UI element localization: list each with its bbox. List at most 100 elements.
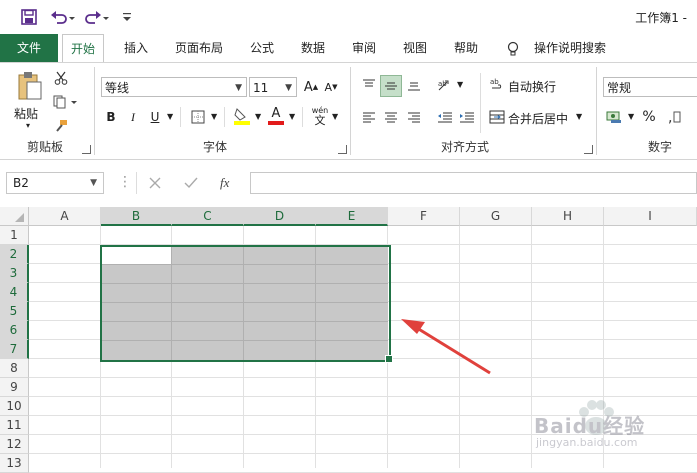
ribbon-tabs: 文件 开始 插入 页面布局 公式 数据 审阅 视图 帮助 操作说明搜索 [0, 34, 697, 62]
more-options-icon[interactable]: ⋮ [118, 174, 132, 190]
column-header-i[interactable]: I [604, 207, 697, 226]
svg-text:ab: ab [490, 78, 499, 86]
column-header-e[interactable]: E [316, 207, 388, 226]
grow-font-button[interactable]: A ▲ [302, 77, 320, 97]
row-header-4[interactable]: 4 [0, 283, 29, 302]
row-header-11[interactable]: 11 [0, 416, 29, 435]
font-color-button[interactable]: A [266, 105, 286, 127]
row-header-9[interactable]: 9 [0, 378, 29, 397]
row-header-8[interactable]: 8 [0, 359, 29, 378]
paste-dropdown-icon[interactable]: ▾ [26, 121, 30, 130]
column-header-c[interactable]: C [172, 207, 244, 226]
font-color-icon: A [271, 106, 281, 121]
phonetic-guide-button[interactable]: wén 文 [309, 105, 331, 127]
increase-indent-icon[interactable] [456, 107, 478, 127]
number-format-dropdown[interactable]: 常规 [603, 77, 697, 97]
font-launcher-icon[interactable] [338, 145, 347, 154]
column-header-g[interactable]: G [460, 207, 532, 226]
tell-me-search[interactable]: 操作说明搜索 [530, 34, 610, 62]
accounting-format-icon[interactable] [604, 107, 626, 127]
enter-icon[interactable] [184, 176, 198, 193]
row-header-12[interactable]: 12 [0, 435, 29, 454]
column-header-f[interactable]: F [388, 207, 460, 226]
font-size-dropdown[interactable]: 11 ▼ [249, 77, 297, 97]
copy-icon[interactable] [52, 93, 80, 111]
row-header-6[interactable]: 6 [0, 321, 29, 340]
tab-help[interactable]: 帮助 [446, 34, 486, 62]
align-right-icon[interactable] [403, 107, 425, 127]
tab-formulas[interactable]: 公式 [242, 34, 282, 62]
select-all-corner[interactable] [0, 207, 29, 226]
fill-handle[interactable] [385, 355, 393, 363]
underline-dropdown-icon[interactable]: ▼ [167, 112, 173, 121]
border-dropdown-icon[interactable]: ▼ [211, 112, 217, 121]
font-name-dropdown[interactable]: 等线 ▼ [101, 77, 247, 97]
shrink-font-button[interactable]: A ▼ [322, 77, 340, 97]
align-bottom-icon[interactable] [403, 75, 425, 95]
window-title: 工作簿1 - [635, 11, 687, 25]
column-header-a[interactable]: A [29, 207, 101, 226]
chevron-down-icon: ▼ [235, 83, 242, 93]
gridline-horizontal [29, 377, 697, 378]
column-header-d[interactable]: D [244, 207, 316, 226]
comma-style-icon[interactable]: , [664, 107, 684, 127]
selection-border [100, 245, 391, 362]
column-header-h[interactable]: H [532, 207, 604, 226]
row-header-2[interactable]: 2 [0, 245, 29, 264]
percent-button[interactable]: % [640, 107, 658, 127]
border-icon[interactable] [187, 107, 209, 127]
underline-button[interactable]: U [146, 107, 164, 127]
group-divider [94, 67, 95, 155]
cancel-icon[interactable] [148, 176, 162, 193]
cut-icon[interactable] [52, 69, 70, 87]
tab-file[interactable]: 文件 [0, 34, 58, 62]
row-header-13[interactable]: 13 [0, 454, 29, 473]
fill-color-dropdown-icon[interactable]: ▼ [255, 112, 261, 121]
align-center-icon[interactable] [380, 107, 402, 127]
wrap-text-icon[interactable]: ab [488, 75, 506, 95]
tab-view[interactable]: 视图 [395, 34, 435, 62]
tab-data[interactable]: 数据 [293, 34, 333, 62]
format-painter-icon[interactable] [52, 117, 70, 135]
row-header-3[interactable]: 3 [0, 264, 29, 283]
bold-button[interactable]: B [102, 107, 120, 127]
tab-review[interactable]: 审阅 [344, 34, 384, 62]
name-box[interactable]: B2 ▼ [6, 172, 104, 194]
formula-bar: B2 ▼ ⋮ fx [0, 166, 697, 200]
row-header-1[interactable]: 1 [0, 226, 29, 245]
orientation-dropdown-icon[interactable]: ▼ [457, 80, 463, 89]
orientation-icon[interactable]: ab [434, 75, 456, 95]
decrease-indent-icon[interactable] [434, 107, 456, 127]
redo-icon[interactable] [84, 7, 110, 27]
phonetic-dropdown-icon[interactable]: ▼ [332, 112, 338, 121]
column-header-b[interactable]: B [101, 207, 172, 226]
tab-insert[interactable]: 插入 [116, 34, 156, 62]
save-icon[interactable] [18, 7, 40, 27]
divider [480, 73, 481, 133]
merge-center-button[interactable]: 合并后居中 [508, 110, 568, 127]
row-header-10[interactable]: 10 [0, 397, 29, 416]
tab-home[interactable]: 开始 [62, 34, 104, 62]
font-color-dropdown-icon[interactable]: ▼ [289, 112, 295, 121]
align-left-icon[interactable] [358, 107, 380, 127]
merge-dropdown-icon[interactable]: ▼ [576, 112, 582, 121]
alignment-launcher-icon[interactable] [584, 145, 593, 154]
merge-center-icon[interactable] [488, 107, 506, 127]
italic-button[interactable]: I [124, 107, 142, 127]
align-top-icon[interactable] [358, 75, 380, 95]
tab-page-layout[interactable]: 页面布局 [168, 34, 230, 62]
paste-label: 粘贴 [14, 107, 39, 121]
clipboard-launcher-icon[interactable] [82, 145, 91, 154]
divider [180, 107, 181, 127]
row-header-5[interactable]: 5 [0, 302, 29, 321]
accounting-dropdown-icon[interactable]: ▼ [628, 112, 634, 121]
paste-button[interactable] [12, 69, 48, 103]
customize-qat-icon[interactable] [120, 7, 134, 27]
wrap-text-button[interactable]: 自动换行 [508, 78, 556, 95]
undo-icon[interactable] [50, 7, 76, 27]
align-middle-icon[interactable] [380, 75, 402, 97]
formula-input[interactable] [250, 172, 697, 194]
insert-function-icon[interactable]: fx [220, 175, 229, 191]
fill-color-icon[interactable] [231, 105, 253, 127]
row-header-7[interactable]: 7 [0, 340, 29, 359]
